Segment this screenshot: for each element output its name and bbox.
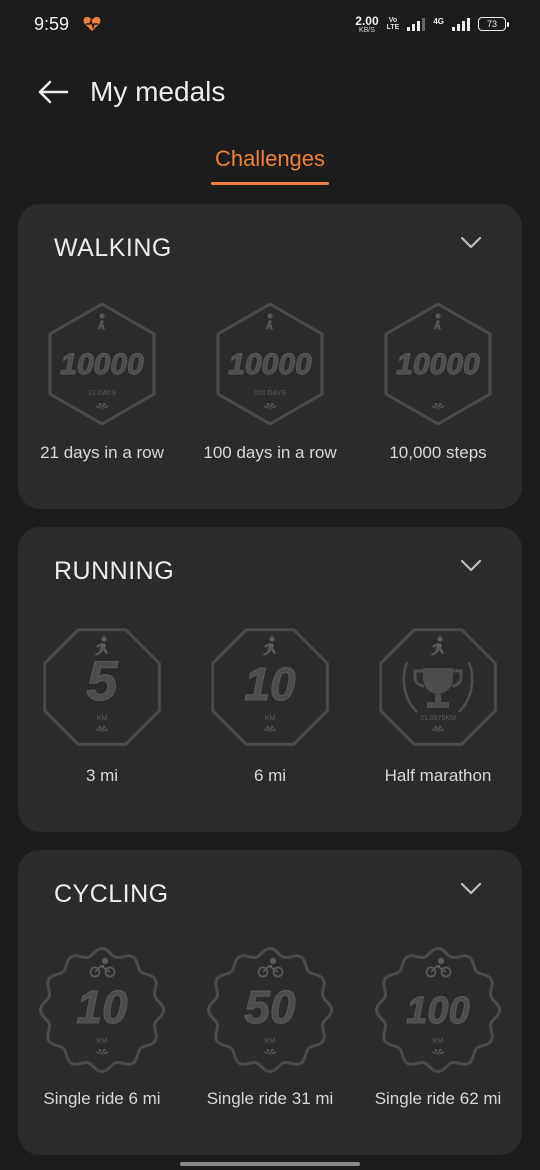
speed-value: 2.00 xyxy=(355,13,379,28)
back-button[interactable] xyxy=(36,75,70,109)
medal-item[interactable]: 10000 10,000 steps xyxy=(354,299,522,463)
huawei-logo-icon xyxy=(264,726,276,732)
huawei-logo-icon xyxy=(96,403,108,409)
status-indicators: 2.00 KB/S Vo LTE 4G 73 xyxy=(355,15,509,34)
cyclist-icon xyxy=(89,957,116,978)
medal-subtext: KM xyxy=(97,715,108,722)
medal-grid: 10 KM Single ride 6 mi 50 KM Single ride 3… xyxy=(18,945,522,1109)
chevron-down-icon[interactable] xyxy=(460,236,482,250)
medal-label: Single ride 62 mi xyxy=(374,1089,502,1108)
medal-subtext: KM xyxy=(97,1038,108,1045)
page-title: My medals xyxy=(90,76,226,107)
medal-label: Single ride 31 mi xyxy=(206,1089,334,1108)
medal-section-cycling: CYCLING 10 KM Single ride 6 mi 50 KM Singl… xyxy=(18,850,522,1155)
medal-number: 10000 xyxy=(228,348,312,381)
huawei-logo-icon xyxy=(432,1049,444,1055)
medal-subtext: 100 DAYS xyxy=(254,390,286,397)
medal-subtext: 21.0975KM xyxy=(420,715,456,722)
medal-badge: 50 KM xyxy=(206,946,334,1074)
medal-subtext: KM xyxy=(265,715,276,722)
battery-icon: 73 xyxy=(478,17,509,31)
medal-label: 100 days in a row xyxy=(203,443,337,462)
medal-label: 3 mi xyxy=(85,766,119,785)
huawei-logo-icon xyxy=(96,1049,108,1055)
medal-number: 100 xyxy=(406,990,469,1032)
trophy-icon xyxy=(413,668,463,708)
status-time: 9:59 xyxy=(34,13,70,34)
arrow-left-icon xyxy=(38,80,69,104)
medal-label: 21 days in a row xyxy=(40,443,164,462)
medal-item[interactable]: 100 KM Single ride 62 mi xyxy=(354,945,522,1109)
medal-badge: 21.0975KM xyxy=(379,628,497,746)
medal-badge: 100 KM xyxy=(374,946,502,1074)
medal-number: 10000 xyxy=(60,348,144,381)
tab-active-indicator xyxy=(211,182,329,185)
walking-person-icon xyxy=(434,313,441,330)
medal-item[interactable]: 21.0975KM Half marathon xyxy=(354,622,522,786)
volte-indicator: Vo LTE xyxy=(387,17,400,31)
medal-section-running: RUNNING 5 KM 3 mi 10 KM 6 mi 21.0975KM Hal… xyxy=(18,527,522,832)
cyclist-icon xyxy=(257,957,284,978)
battery-level: 73 xyxy=(486,19,497,29)
medal-item[interactable]: 50 KM Single ride 31 mi xyxy=(186,945,354,1109)
medal-label: 6 mi xyxy=(253,766,287,785)
chevron-down-icon[interactable] xyxy=(460,559,482,573)
huawei-logo-icon xyxy=(432,403,444,409)
signal-icon xyxy=(407,17,426,31)
chevron-down-icon[interactable] xyxy=(460,882,482,896)
network-type: 4G xyxy=(433,16,444,26)
running-person-icon xyxy=(263,636,276,656)
medal-badge: 10000 21 DAYS xyxy=(48,302,156,426)
signal-icon-2 xyxy=(452,17,470,31)
medal-label: Single ride 6 mi xyxy=(43,1089,161,1108)
medal-item[interactable]: 10000 21 DAYS 21 days in a row xyxy=(18,299,186,463)
medal-label: Half marathon xyxy=(384,766,492,785)
medal-item[interactable]: 10 KM 6 mi xyxy=(186,622,354,786)
medal-number: 5 xyxy=(86,649,118,712)
medal-subtext: KM xyxy=(433,1038,444,1045)
medal-grid: 10000 21 DAYS 21 days in a row 10000 100 D… xyxy=(18,299,522,463)
medal-subtext: KM xyxy=(265,1038,276,1045)
medal-badge: 10 KM xyxy=(211,628,329,746)
section-title: WALKING xyxy=(54,234,172,262)
medal-number: 50 xyxy=(244,981,296,1033)
medal-grid: 5 KM 3 mi 10 KM 6 mi 21.0975KM Half marath… xyxy=(18,622,522,786)
medal-subtext: 21 DAYS xyxy=(88,390,117,397)
volte-top: Vo xyxy=(388,17,398,24)
medal-badge: 10000 100 DAYS xyxy=(216,302,324,426)
medal-number: 10000 xyxy=(396,348,480,381)
cyclist-icon xyxy=(425,957,452,978)
medal-item[interactable]: 10000 100 DAYS 100 days in a row xyxy=(186,299,354,463)
huawei-logo-icon xyxy=(264,1049,276,1055)
walking-person-icon xyxy=(266,313,273,330)
medal-label: 10,000 steps xyxy=(389,443,487,462)
tab-label: Challenges xyxy=(214,146,326,171)
health-heart-icon xyxy=(83,16,101,31)
tab-challenges[interactable]: Challenges xyxy=(0,146,540,185)
network-speed: 2.00 KB/S xyxy=(355,15,378,34)
home-indicator[interactable] xyxy=(180,1162,360,1166)
medal-item[interactable]: 10 KM Single ride 6 mi xyxy=(18,945,186,1109)
medal-section-walking: WALKING 10000 21 DAYS 21 days in a row 10… xyxy=(18,204,522,509)
section-title: CYCLING xyxy=(54,880,169,908)
app-header: My medals xyxy=(36,70,225,114)
speed-unit: KB/S xyxy=(358,26,375,34)
status-bar: 9:59 2.00 KB/S Vo LTE 4G 73 xyxy=(0,0,540,48)
section-title: RUNNING xyxy=(54,557,175,585)
huawei-logo-icon xyxy=(432,726,444,732)
huawei-logo-icon xyxy=(264,403,276,409)
medal-number: 10 xyxy=(76,981,128,1033)
medal-badge: 5 KM xyxy=(43,628,161,746)
medal-badge: 10000 xyxy=(384,302,492,426)
huawei-logo-icon xyxy=(96,726,108,732)
medal-item[interactable]: 5 KM 3 mi xyxy=(18,622,186,786)
running-person-icon xyxy=(431,636,444,656)
medal-badge: 10 KM xyxy=(38,946,166,1074)
volte-bottom: LTE xyxy=(386,24,400,31)
medal-number: 10 xyxy=(244,658,296,710)
walking-person-icon xyxy=(98,313,105,330)
